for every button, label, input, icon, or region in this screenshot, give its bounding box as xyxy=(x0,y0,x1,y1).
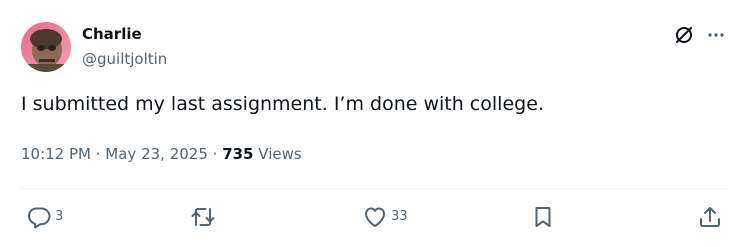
views-label: Views xyxy=(258,145,302,163)
divider xyxy=(21,188,728,189)
share-icon xyxy=(700,207,720,227)
tweet-text: I submitted my last assignment. I’m done… xyxy=(21,93,544,115)
retweet-button[interactable] xyxy=(190,204,216,230)
reply-button[interactable]: 3 xyxy=(26,204,63,230)
display-name[interactable]: Charlie xyxy=(82,24,142,44)
avatar-image xyxy=(21,22,71,72)
reply-count: 3 xyxy=(55,209,64,224)
tweet-card: Charlie @guiltjoltin I submitted my last… xyxy=(0,0,749,247)
meta-separator: · xyxy=(90,145,106,163)
tweet-time[interactable]: 10:12 PM xyxy=(21,145,91,163)
views-count: 735 xyxy=(222,145,254,163)
grok-icon xyxy=(676,27,692,43)
like-button[interactable]: 33 xyxy=(362,204,408,230)
grok-button[interactable] xyxy=(673,24,695,46)
reply-icon xyxy=(28,207,51,229)
share-button[interactable] xyxy=(697,204,723,230)
tweet-date[interactable]: May 23, 2025 xyxy=(105,145,208,163)
retweet-icon xyxy=(191,208,215,226)
heart-icon xyxy=(365,207,385,227)
bookmark-icon xyxy=(535,207,551,227)
user-handle[interactable]: @guiltjoltin xyxy=(82,49,167,69)
avatar[interactable] xyxy=(21,22,71,72)
tweet-meta: 10:12 PM · May 23, 2025 · 735 Views xyxy=(21,144,302,164)
bookmark-button[interactable] xyxy=(530,204,556,230)
more-options-button[interactable] xyxy=(705,24,727,46)
more-icon xyxy=(708,33,724,37)
meta-separator: · xyxy=(207,145,223,163)
like-count: 33 xyxy=(391,209,408,224)
